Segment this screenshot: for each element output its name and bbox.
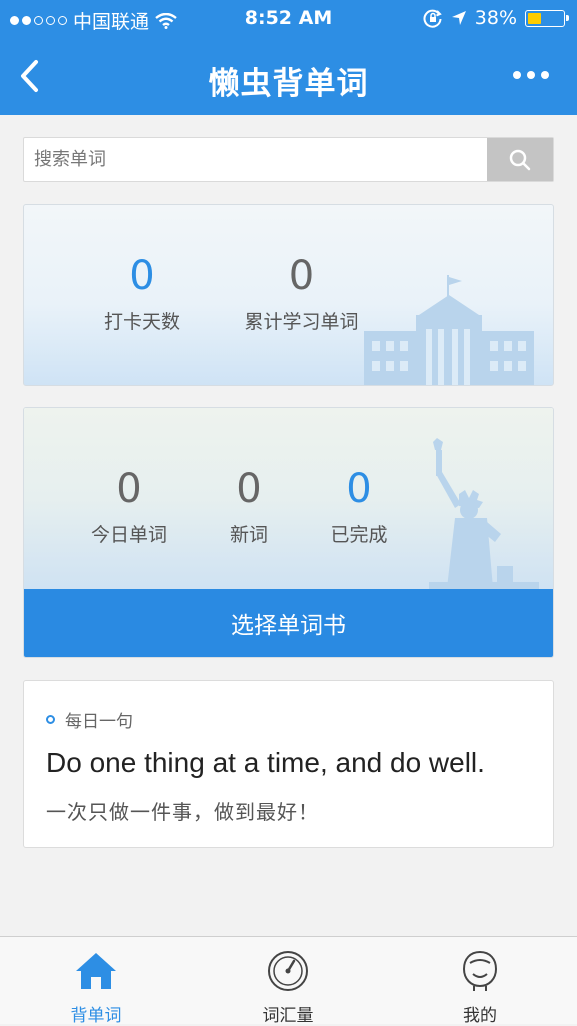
total-words-label: 累计学习单词 bbox=[244, 311, 359, 333]
completed-stat: 0 已完成 bbox=[314, 466, 404, 547]
tab-memorize[interactable]: 背单词 bbox=[0, 937, 192, 1026]
search-bar bbox=[23, 137, 554, 182]
new-words-label: 新词 bbox=[229, 524, 268, 546]
today-card: 0 今日单词 0 新词 0 已完成 选择单词书 bbox=[23, 407, 554, 658]
summary-card: 0 打卡天数 0 累计学习单词 bbox=[23, 204, 554, 386]
today-words-label: 今日单词 bbox=[90, 524, 167, 546]
tab-label: 词汇量 bbox=[262, 1006, 314, 1026]
more-icon bbox=[513, 71, 521, 79]
tab-bar: 背单词 词汇量 我的 bbox=[0, 936, 577, 1026]
page-title: 懒虫背单词 bbox=[208, 66, 369, 102]
status-bar: 中国联通 8:52 AM 38% bbox=[0, 0, 577, 38]
total-words-stat: 0 累计学习单词 bbox=[224, 253, 379, 334]
top-bar: 中国联通 8:52 AM 38% 懒虫背单词 bbox=[0, 0, 577, 115]
gauge-icon bbox=[268, 951, 308, 991]
statue-of-liberty-illustration bbox=[429, 438, 539, 590]
profile-icon bbox=[462, 950, 498, 991]
today-words-stat: 0 今日单词 bbox=[79, 466, 179, 547]
location-icon bbox=[451, 11, 466, 25]
choose-wordbook-button[interactable]: 选择单词书 bbox=[24, 589, 553, 657]
tab-vocabulary[interactable]: 词汇量 bbox=[192, 937, 384, 1026]
tab-label: 我的 bbox=[463, 1006, 497, 1026]
search-icon bbox=[509, 149, 531, 170]
rotation-lock-icon bbox=[423, 9, 442, 28]
today-words-value: 0 bbox=[116, 466, 142, 512]
daily-sentence-card: 每日一句 Do one thing at a time, and do well… bbox=[23, 680, 554, 848]
daily-chinese: 一次只做一件事，做到最好！ bbox=[46, 800, 319, 824]
search-button[interactable] bbox=[487, 138, 553, 181]
building-illustration bbox=[364, 275, 534, 385]
checkin-days-stat: 0 打卡天数 bbox=[82, 253, 202, 334]
more-button[interactable] bbox=[513, 63, 555, 87]
home-icon bbox=[76, 953, 116, 989]
new-words-value: 0 bbox=[236, 466, 262, 512]
checkin-days-label: 打卡天数 bbox=[103, 311, 180, 333]
completed-value: 0 bbox=[346, 466, 372, 512]
search-input[interactable] bbox=[24, 138, 486, 181]
daily-heading: 每日一句 bbox=[65, 712, 133, 732]
daily-english: Do one thing at a time, and do well. bbox=[46, 747, 485, 778]
completed-label: 已完成 bbox=[330, 524, 388, 546]
checkin-days-value: 0 bbox=[129, 253, 155, 299]
battery-icon bbox=[525, 9, 569, 27]
nav-bar: 懒虫背单词 bbox=[0, 38, 577, 115]
bullet-icon bbox=[46, 715, 55, 724]
total-words-value: 0 bbox=[288, 253, 315, 299]
tab-label: 背单词 bbox=[70, 1006, 122, 1026]
battery-percent: 38% bbox=[474, 7, 517, 29]
new-words-stat: 0 新词 bbox=[209, 466, 289, 547]
tab-profile[interactable]: 我的 bbox=[384, 937, 576, 1026]
